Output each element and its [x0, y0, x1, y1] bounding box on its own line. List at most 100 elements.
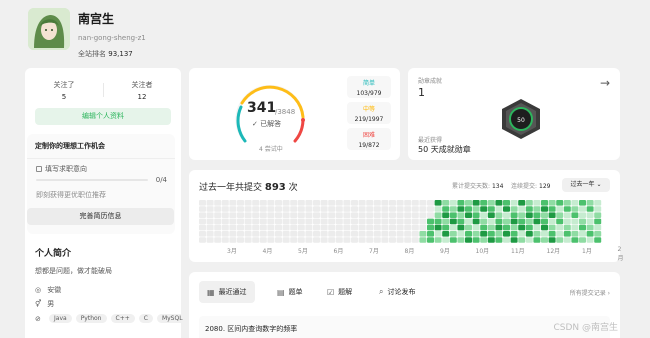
heatmap-cell[interactable] — [381, 206, 389, 212]
heatmap-cell[interactable] — [229, 200, 237, 206]
heatmap-cell[interactable] — [328, 218, 336, 225]
heatmap-cell[interactable] — [579, 206, 586, 212]
heatmap-cell[interactable] — [221, 218, 229, 225]
heatmap-cell[interactable] — [548, 200, 556, 206]
heatmap-cell[interactable] — [297, 237, 305, 243]
heatmap-cell[interactable] — [525, 200, 533, 206]
heatmap-cell[interactable] — [229, 237, 237, 243]
heatmap-cell[interactable] — [541, 200, 548, 206]
heatmap-cell[interactable] — [411, 218, 419, 225]
heatmap-cell[interactable] — [449, 231, 457, 237]
heatmap-cell[interactable] — [518, 237, 526, 243]
heatmap-cell[interactable] — [503, 206, 510, 212]
heatmap-cell[interactable] — [579, 224, 586, 231]
heatmap-cell[interactable] — [571, 231, 579, 237]
heatmap-cell[interactable] — [267, 231, 275, 237]
heatmap-cell[interactable] — [533, 231, 541, 237]
heatmap-cell[interactable] — [457, 237, 465, 243]
heatmap-cell[interactable] — [259, 231, 267, 237]
heatmap-cell[interactable] — [259, 206, 267, 212]
heatmap-cell[interactable] — [495, 212, 503, 218]
heatmap-cell[interactable] — [267, 200, 275, 206]
heatmap-cell[interactable] — [373, 231, 381, 237]
heatmap-cell[interactable] — [351, 237, 358, 243]
heatmap-cell[interactable] — [206, 231, 214, 237]
heatmap-cell[interactable] — [305, 200, 313, 206]
heatmap-cell[interactable] — [229, 231, 237, 237]
hard-stat[interactable]: 困难 19/872 — [347, 128, 391, 150]
heatmap-cell[interactable] — [495, 218, 503, 225]
heatmap-cell[interactable] — [487, 200, 495, 206]
heatmap-cell[interactable] — [320, 231, 328, 237]
heatmap-cell[interactable] — [404, 237, 412, 243]
heatmap-cell[interactable] — [541, 212, 548, 218]
heatmap-cell[interactable] — [487, 206, 495, 212]
heatmap-cell[interactable] — [525, 237, 533, 243]
heatmap-cell[interactable] — [472, 224, 480, 231]
heatmap-cell[interactable] — [396, 212, 404, 218]
heatmap-cell[interactable] — [290, 237, 298, 243]
heatmap-cell[interactable] — [541, 237, 548, 243]
heatmap-cell[interactable] — [510, 206, 518, 212]
heatmap-cell[interactable] — [313, 200, 320, 206]
heatmap-cell[interactable] — [335, 200, 343, 206]
heatmap-cell[interactable] — [457, 218, 465, 225]
badge-50-days-icon[interactable]: 50 — [498, 98, 544, 140]
heatmap-cell[interactable] — [282, 212, 290, 218]
heatmap-cell[interactable] — [465, 212, 472, 218]
heatmap-cell[interactable] — [434, 231, 442, 237]
heatmap-cell[interactable] — [541, 206, 548, 212]
heatmap-cell[interactable] — [313, 237, 320, 243]
heatmap-cell[interactable] — [586, 224, 594, 231]
heatmap-cell[interactable] — [427, 206, 434, 212]
heatmap-cell[interactable] — [427, 231, 434, 237]
heatmap-cell[interactable] — [548, 212, 556, 218]
heatmap-cell[interactable] — [586, 212, 594, 218]
heatmap-cell[interactable] — [320, 200, 328, 206]
heatmap-cell[interactable] — [358, 212, 366, 218]
heatmap-cell[interactable] — [556, 237, 564, 243]
heatmap-cell[interactable] — [419, 231, 427, 237]
heatmap-cell[interactable] — [548, 237, 556, 243]
heatmap-cell[interactable] — [320, 206, 328, 212]
heatmap-cell[interactable] — [320, 224, 328, 231]
heatmap-cell[interactable] — [320, 218, 328, 225]
heatmap-cell[interactable] — [533, 218, 541, 225]
heatmap-cell[interactable] — [586, 237, 594, 243]
heatmap-cell[interactable] — [259, 237, 267, 243]
heatmap-cell[interactable] — [563, 206, 571, 212]
heatmap-cell[interactable] — [244, 237, 252, 243]
heatmap-cell[interactable] — [472, 218, 480, 225]
heatmap-cell[interactable] — [267, 218, 275, 225]
heatmap-cell[interactable] — [199, 206, 206, 212]
heatmap-cell[interactable] — [373, 224, 381, 231]
heatmap-cell[interactable] — [533, 200, 541, 206]
heatmap-cell[interactable] — [579, 200, 586, 206]
heatmap-cell[interactable] — [343, 218, 351, 225]
heatmap-cell[interactable] — [351, 206, 358, 212]
heatmap-cell[interactable] — [503, 218, 510, 225]
heatmap-cell[interactable] — [510, 200, 518, 206]
heatmap-cell[interactable] — [457, 231, 465, 237]
heatmap-cell[interactable] — [579, 212, 586, 218]
heatmap-cell[interactable] — [366, 224, 374, 231]
heatmap-cell[interactable] — [563, 237, 571, 243]
heatmap-cell[interactable] — [442, 218, 450, 225]
heatmap-cell[interactable] — [237, 206, 244, 212]
heatmap-cell[interactable] — [351, 212, 358, 218]
heatmap-cell[interactable] — [305, 218, 313, 225]
heatmap-cell[interactable] — [214, 218, 222, 225]
heatmap-cell[interactable] — [389, 206, 396, 212]
heatmap-cell[interactable] — [571, 224, 579, 231]
heatmap-cell[interactable] — [259, 218, 267, 225]
heatmap-cell[interactable] — [252, 206, 260, 212]
heatmap-cell[interactable] — [518, 200, 526, 206]
heatmap-cell[interactable] — [221, 231, 229, 237]
heatmap-cell[interactable] — [556, 218, 564, 225]
heatmap-cell[interactable] — [396, 218, 404, 225]
heatmap-cell[interactable] — [434, 212, 442, 218]
heatmap-cell[interactable] — [571, 237, 579, 243]
heatmap-cell[interactable] — [525, 224, 533, 231]
heatmap-cell[interactable] — [381, 231, 389, 237]
heatmap-cell[interactable] — [503, 237, 510, 243]
